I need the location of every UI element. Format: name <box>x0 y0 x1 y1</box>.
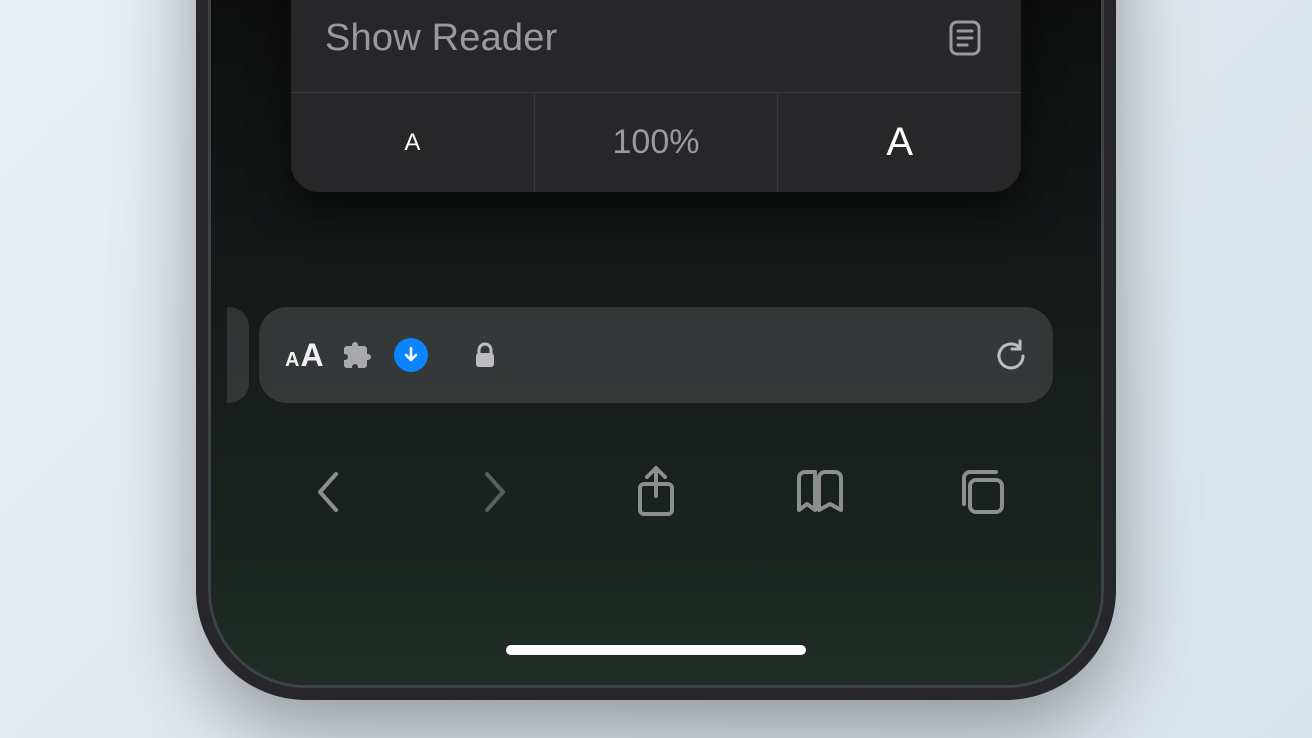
show-reader-label: Show Reader <box>325 17 557 60</box>
text-larger-button[interactable]: A <box>777 93 1021 192</box>
text-smaller-button[interactable]: A <box>291 93 534 192</box>
tabs-button[interactable] <box>952 462 1012 522</box>
show-reader-row[interactable]: Show Reader <box>291 0 1021 92</box>
reader-icon <box>943 16 987 60</box>
page-settings-menu: Downloads Show Reader <box>291 0 1021 192</box>
phone-frame: Downloads Show Reader <box>196 0 1116 700</box>
share-button[interactable] <box>626 462 686 522</box>
text-size-row: A 100% A <box>291 92 1021 192</box>
aa-big-glyph: A <box>300 337 323 374</box>
text-zoom-level[interactable]: 100% <box>534 93 778 192</box>
address-bar[interactable]: A A <box>259 307 1053 403</box>
aa-small-glyph: A <box>285 349 299 372</box>
reload-icon[interactable] <box>993 338 1027 372</box>
forward-button[interactable] <box>463 462 523 522</box>
text-larger-glyph: A <box>886 120 913 165</box>
back-button[interactable] <box>300 462 360 522</box>
download-indicator-icon[interactable] <box>394 338 428 372</box>
browser-toolbar <box>211 437 1101 547</box>
prev-tab-sliver[interactable] <box>227 307 249 403</box>
text-zoom-value: 100% <box>613 123 700 162</box>
text-smaller-glyph: A <box>404 129 420 157</box>
phone-screen: Downloads Show Reader <box>208 0 1104 688</box>
lock-icon <box>468 338 502 372</box>
page-format-button[interactable]: A A <box>285 337 324 374</box>
bookmarks-button[interactable] <box>789 462 849 522</box>
extension-puzzle-icon[interactable] <box>342 338 376 372</box>
home-indicator[interactable] <box>506 645 806 655</box>
